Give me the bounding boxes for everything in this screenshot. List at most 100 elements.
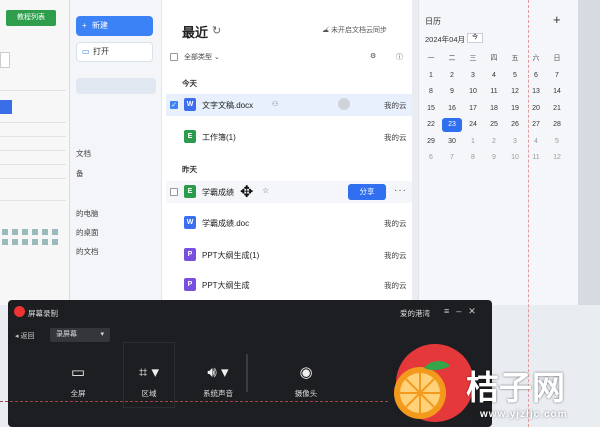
calendar-day[interactable]: 27 bbox=[526, 118, 546, 132]
toolbar-divider bbox=[246, 354, 248, 392]
calendar-day[interactable]: 16 bbox=[442, 102, 462, 116]
calendar-day[interactable]: 5 bbox=[547, 135, 567, 149]
calendar-day[interactable]: 11 bbox=[484, 85, 504, 99]
calendar-day[interactable]: 22 bbox=[421, 118, 441, 132]
calendar-day[interactable]: 5 bbox=[505, 69, 525, 83]
cloud-sync-status[interactable]: ☁̸ 未开启文档云同步 bbox=[322, 25, 387, 35]
calendar-day[interactable]: 3 bbox=[505, 135, 525, 149]
file-row[interactable]: W 学霸成绩.doc 我的云 bbox=[166, 212, 412, 234]
new-button-label: 新建 bbox=[92, 21, 108, 30]
add-event-icon[interactable]: + bbox=[553, 12, 561, 27]
camera-icon: ◉ bbox=[299, 364, 313, 381]
row-checkbox[interactable]: ✓ bbox=[170, 101, 178, 109]
calendar-day[interactable]: 25 bbox=[484, 118, 504, 132]
calendar-day[interactable]: 4 bbox=[526, 135, 546, 149]
sidebar-item-computer[interactable]: 的电脑 bbox=[76, 208, 99, 219]
calendar-day[interactable]: 20 bbox=[526, 102, 546, 116]
calendar-day[interactable]: 8 bbox=[463, 151, 483, 165]
system-sound-tool[interactable]: 🔊︎ ▾ 系统声音 bbox=[188, 362, 248, 399]
calendar-day[interactable]: 24 bbox=[463, 118, 483, 132]
calendar-day[interactable]: 19 bbox=[505, 102, 525, 116]
row-checkbox[interactable] bbox=[170, 188, 178, 196]
filter-settings-icon[interactable]: ⚙ bbox=[370, 52, 376, 60]
tutorial-list-button[interactable]: 教程列表 bbox=[6, 10, 56, 26]
calendar-day[interactable]: 9 bbox=[442, 85, 462, 99]
today-button[interactable]: 今 bbox=[467, 33, 483, 43]
cloud-off-icon: ☁̸ bbox=[322, 27, 329, 34]
calendar-day[interactable]: 6 bbox=[526, 69, 546, 83]
select-all-checkbox[interactable] bbox=[170, 53, 178, 62]
sidebar-item-my-docs[interactable]: 的文档 bbox=[76, 246, 99, 257]
calendar-day[interactable]: 10 bbox=[505, 151, 525, 165]
sidebar-item-backup[interactable]: 备 bbox=[76, 168, 84, 179]
calendar-day[interactable]: 8 bbox=[421, 85, 441, 99]
star-icon[interactable]: ☆ bbox=[262, 186, 269, 195]
calendar-day[interactable]: 1 bbox=[421, 69, 441, 83]
calendar-day[interactable]: 26 bbox=[505, 118, 525, 132]
calendar-day[interactable]: 12 bbox=[547, 151, 567, 165]
calendar-day[interactable]: 15 bbox=[421, 102, 441, 116]
file-row[interactable]: P PPT大纲生成 我的云 bbox=[166, 274, 412, 296]
sidebar-item-docs[interactable]: 文档 bbox=[76, 148, 91, 159]
recorder-logo-icon bbox=[14, 306, 25, 317]
refresh-icon[interactable]: ↻ bbox=[212, 24, 221, 37]
calendar-day[interactable]: 2 bbox=[442, 69, 462, 83]
calendar-day[interactable]: 30 bbox=[442, 135, 462, 149]
calendar-day[interactable]: 13 bbox=[526, 85, 546, 99]
calendar-day[interactable]: 18 bbox=[484, 102, 504, 116]
calendar-day[interactable]: 29 bbox=[421, 135, 441, 149]
calendar-day[interactable]: 7 bbox=[442, 151, 462, 165]
file-row-hovered[interactable]: E 学霸成绩 ✥ ☆ 分享 ··· bbox=[166, 181, 412, 203]
calendar-day[interactable]: 28 bbox=[547, 118, 567, 132]
calendar-day[interactable]: 11 bbox=[526, 151, 546, 165]
fullscreen-tool[interactable]: ▭ 全屏 bbox=[48, 362, 108, 399]
sidebar-item-desktop[interactable]: 的桌面 bbox=[76, 227, 99, 238]
back-label: 返回 bbox=[20, 333, 35, 340]
share-button[interactable]: 分享 bbox=[348, 184, 386, 200]
camera-tool[interactable]: ◉ 摄像头 bbox=[276, 362, 336, 399]
calendar-day[interactable]: 1 bbox=[463, 135, 483, 149]
sidebar-selected-item[interactable] bbox=[76, 78, 156, 94]
ppt-file-icon: P bbox=[184, 278, 196, 291]
calendar-day[interactable]: 21 bbox=[547, 102, 567, 116]
open-button[interactable]: ▭ 打开 bbox=[76, 42, 153, 62]
wps-sidebar: + 新建 ▭ 打开 文档 备 的电脑 的桌面 的文档 bbox=[70, 0, 162, 305]
calendar-day[interactable]: 10 bbox=[463, 85, 483, 99]
calendar-day[interactable]: 3 bbox=[463, 69, 483, 83]
avatar bbox=[338, 98, 350, 110]
file-name: PPT大纲生成 bbox=[202, 281, 250, 290]
file-location: 我的云 bbox=[384, 219, 407, 228]
close-icon[interactable]: ✕ bbox=[468, 306, 483, 316]
calendar-day[interactable]: 7 bbox=[547, 69, 567, 83]
word-file-icon: W bbox=[184, 98, 196, 111]
calendar-day[interactable]: 17 bbox=[463, 102, 483, 116]
area-label: 区域 bbox=[141, 389, 157, 398]
area-tool[interactable]: ⌗ ▾ 区域 bbox=[119, 362, 179, 399]
plus-icon: + bbox=[82, 21, 87, 30]
left-doc-thumb bbox=[0, 100, 12, 114]
crop-icon: ⌗ ▾ bbox=[138, 364, 160, 381]
new-button[interactable]: + 新建 bbox=[76, 16, 153, 36]
user-name[interactable]: 爱的港湾 bbox=[400, 308, 430, 319]
back-button[interactable]: ◂ 返回 bbox=[15, 331, 34, 341]
more-options-icon[interactable]: ··· bbox=[394, 185, 407, 196]
word-file-icon: W bbox=[184, 216, 196, 229]
recent-files-panel: 最近 ↻ ☁̸ 未开启文档云同步 全部类型 ⌄ ⚙ ⓘ 今天 ✓ W 文字文稿.… bbox=[162, 0, 412, 305]
calendar-day[interactable]: 14 bbox=[547, 85, 567, 99]
minimize-icon[interactable]: – bbox=[456, 306, 468, 316]
calendar-day[interactable]: 4 bbox=[484, 69, 504, 83]
info-icon[interactable]: ⓘ bbox=[396, 52, 403, 62]
record-mode-select[interactable]: 录屏幕 ▾ bbox=[50, 328, 110, 342]
calendar-day[interactable]: 2 bbox=[484, 135, 504, 149]
file-row[interactable]: E 工作簿(1) 我的云 bbox=[166, 126, 412, 148]
calendar-day[interactable]: 12 bbox=[505, 85, 525, 99]
type-filter-dropdown[interactable]: 全部类型 bbox=[184, 54, 212, 61]
move-cursor-icon: ✥ bbox=[240, 184, 254, 201]
file-row[interactable]: P PPT大纲生成(1) 我的云 bbox=[166, 244, 412, 266]
file-row[interactable]: ✓ W 文字文稿.docx ⚇ 我的云 bbox=[166, 94, 412, 116]
calendar-day[interactable]: 9 bbox=[484, 151, 504, 165]
menu-icon[interactable]: ≡ bbox=[444, 306, 456, 316]
calendar-day[interactable]: 23 bbox=[442, 118, 462, 132]
calendar-month[interactable]: 2024年04月 bbox=[425, 34, 465, 45]
calendar-day[interactable]: 6 bbox=[421, 151, 441, 165]
